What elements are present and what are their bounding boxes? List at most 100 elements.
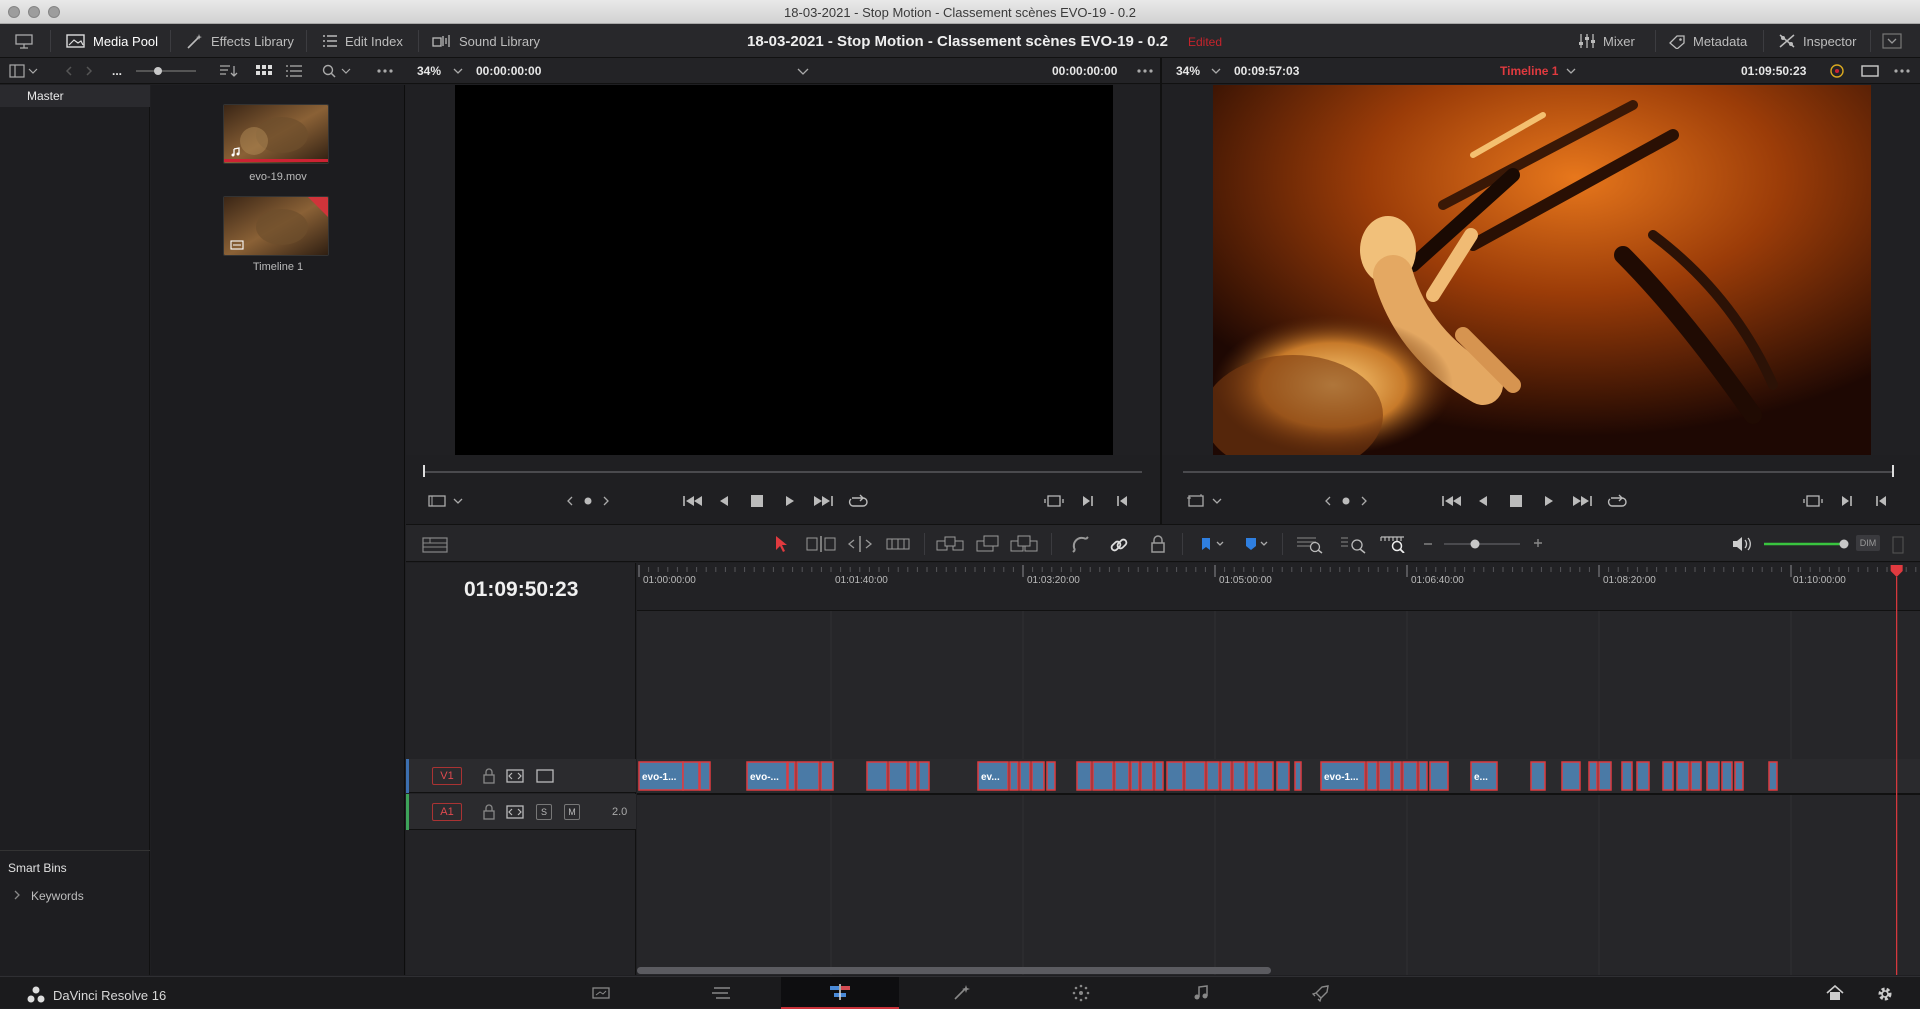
replace-clip-icon[interactable] xyxy=(1010,535,1038,553)
timeline-clip[interactable] xyxy=(1662,761,1674,791)
mixer-button[interactable]: Mixer xyxy=(1578,24,1635,58)
timeline-timecode[interactable]: 01:09:50:23 xyxy=(464,578,578,602)
timeline-clip[interactable] xyxy=(787,761,796,791)
back-arrow-icon[interactable] xyxy=(63,58,75,84)
timeline-clip[interactable] xyxy=(1706,761,1720,791)
timeline-clip[interactable] xyxy=(1294,761,1302,791)
timeline-tracks[interactable]: evo-1... evo-... ev... evo-1... e... xyxy=(637,611,1920,975)
timeline-clip[interactable] xyxy=(918,761,930,791)
timeline-clip[interactable] xyxy=(1130,761,1140,791)
go-to-end-icon[interactable] xyxy=(812,494,834,508)
timeline-clip[interactable] xyxy=(1019,761,1031,791)
thumbnail-size-slider[interactable] xyxy=(134,58,198,84)
timeline-clip[interactable] xyxy=(1220,761,1232,791)
fusion-page-button[interactable] xyxy=(902,977,1020,1009)
timeline-clip[interactable] xyxy=(1676,761,1690,791)
timeline-clip[interactable] xyxy=(1530,761,1546,791)
workspace-icon[interactable] xyxy=(14,24,34,58)
source-viewer-screen[interactable] xyxy=(455,85,1113,455)
source-scrubber[interactable] xyxy=(424,471,1142,473)
timeline-playhead-marker[interactable] xyxy=(1892,465,1894,477)
timeline-clip[interactable] xyxy=(1392,761,1402,791)
forward-arrow-icon[interactable] xyxy=(83,58,95,84)
snapping-icon[interactable] xyxy=(1072,536,1090,554)
timeline-view-options-icon[interactable] xyxy=(422,537,448,553)
timeline-clip[interactable] xyxy=(1009,761,1019,791)
timeline-zoom-slider[interactable] xyxy=(1442,537,1522,551)
mark-in-icon[interactable] xyxy=(1082,494,1094,508)
bin-master[interactable]: Master xyxy=(0,85,150,107)
timeline-clip[interactable] xyxy=(1721,761,1733,791)
timeline-clip[interactable] xyxy=(1636,761,1650,791)
edit-page-button[interactable] xyxy=(781,977,899,1009)
timeline-clip[interactable] xyxy=(1046,761,1056,791)
timeline-clip[interactable]: e... xyxy=(1470,761,1498,791)
edit-index-button[interactable]: Edit Index xyxy=(322,24,403,58)
timeline-horizontal-scrollbar[interactable] xyxy=(637,967,1271,974)
clip-format-icon[interactable] xyxy=(428,494,466,508)
timeline-clip[interactable] xyxy=(682,761,700,791)
track-v1-label[interactable]: V1 xyxy=(432,767,462,785)
cut-page-button[interactable] xyxy=(662,977,780,1009)
color-page-button[interactable] xyxy=(1022,977,1140,1009)
insert-clip-icon[interactable] xyxy=(936,536,964,554)
source-zoom-chevron-icon[interactable] xyxy=(453,58,463,84)
viewer-mode-icon[interactable] xyxy=(1861,58,1879,84)
timeline-clip[interactable] xyxy=(1092,761,1114,791)
timeline-clip[interactable] xyxy=(1166,761,1184,791)
timeline-clip[interactable] xyxy=(1076,761,1092,791)
audio-meter-icon[interactable] xyxy=(1892,536,1904,554)
lock-icon[interactable] xyxy=(482,804,496,820)
overwrite-clip-icon[interactable] xyxy=(976,535,1000,553)
sidebar-toggle-icon[interactable] xyxy=(9,58,39,84)
gear-icon[interactable] xyxy=(1876,985,1894,1003)
timeline-jog-control[interactable] xyxy=(1324,492,1368,510)
grid-view-icon[interactable] xyxy=(256,58,272,84)
go-to-end-icon[interactable] xyxy=(1571,494,1593,508)
timeline-clip[interactable] xyxy=(1621,761,1633,791)
timeline-clip[interactable]: evo-1... xyxy=(638,761,684,791)
mark-out-icon[interactable] xyxy=(1875,494,1887,508)
timeline-clip[interactable] xyxy=(1768,761,1778,791)
speaker-icon[interactable] xyxy=(1732,536,1754,552)
marker-icon[interactable] xyxy=(1244,537,1270,551)
collapse-panel-icon[interactable] xyxy=(1882,24,1902,58)
track-a1-label[interactable]: A1 xyxy=(432,803,462,821)
zoom-custom-icon[interactable] xyxy=(1380,535,1408,553)
auto-track-select-icon[interactable] xyxy=(506,768,524,784)
match-frame-icon[interactable] xyxy=(1044,494,1064,508)
bin-path[interactable]: ... xyxy=(112,58,122,84)
timeline-clip[interactable] xyxy=(1402,761,1418,791)
loop-icon[interactable] xyxy=(1607,494,1627,508)
list-view-icon[interactable] xyxy=(286,58,302,84)
timeline-clip[interactable] xyxy=(1429,761,1449,791)
media-clip-thumbnail[interactable] xyxy=(223,104,329,164)
go-to-start-icon[interactable] xyxy=(682,494,704,508)
timeline-clip[interactable] xyxy=(1256,761,1274,791)
timeline-clip[interactable] xyxy=(796,761,820,791)
timeline-clip[interactable]: ev... xyxy=(977,761,1009,791)
timeline-clip[interactable] xyxy=(1031,761,1045,791)
timeline-clip[interactable] xyxy=(1184,761,1206,791)
timeline-clip[interactable] xyxy=(1598,761,1612,791)
timeline-ruler[interactable]: 01:00:00:00 01:01:40:00 01:03:20:00 01:0… xyxy=(637,563,1920,611)
timeline-viewer-screen[interactable] xyxy=(1213,85,1871,455)
linked-selection-icon[interactable] xyxy=(1110,536,1128,554)
media-page-button[interactable] xyxy=(542,977,660,1009)
timeline-clip[interactable] xyxy=(1206,761,1220,791)
sound-library-button[interactable]: Sound Library xyxy=(432,24,540,58)
timeline-zoom-chevron-icon[interactable] xyxy=(1211,58,1221,84)
timeline-clip[interactable] xyxy=(1378,761,1392,791)
timeline-clip[interactable] xyxy=(1690,761,1702,791)
lock-icon[interactable] xyxy=(482,768,496,784)
home-icon[interactable] xyxy=(1826,985,1844,1001)
zoom-in-icon[interactable] xyxy=(1532,537,1544,549)
timeline-clip[interactable]: evo-... xyxy=(746,761,788,791)
zoom-detail-icon[interactable] xyxy=(1340,536,1368,554)
deliver-page-button[interactable] xyxy=(1262,977,1380,1009)
transform-icon[interactable] xyxy=(1187,494,1225,508)
blade-tool-icon[interactable] xyxy=(886,536,910,552)
stop-icon[interactable] xyxy=(750,494,764,508)
stop-icon[interactable] xyxy=(1509,494,1523,508)
timeline-clip[interactable] xyxy=(1418,761,1428,791)
